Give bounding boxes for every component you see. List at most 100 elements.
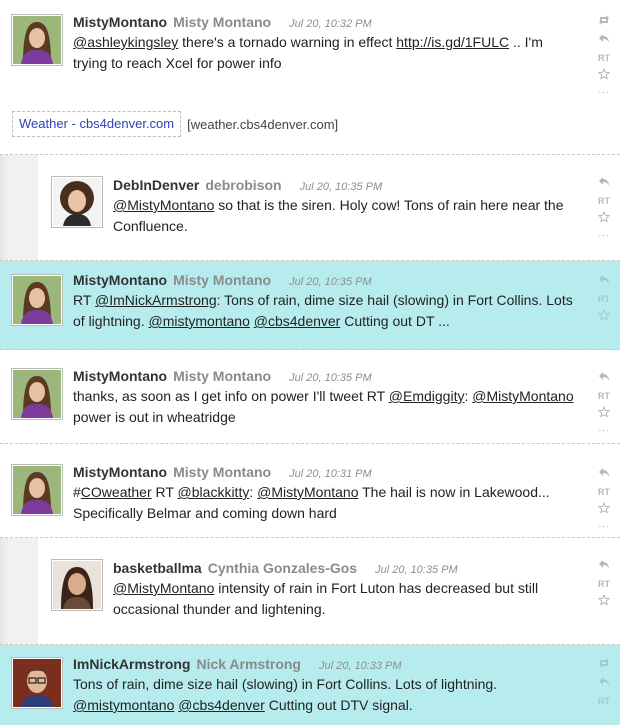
- rt-text-icon[interactable]: RT: [596, 576, 612, 592]
- tweet-link[interactable]: @ashleykingsley: [73, 34, 178, 50]
- username[interactable]: MistyMontano: [73, 272, 167, 288]
- username[interactable]: MistyMontano: [73, 464, 167, 480]
- tweet-timeline: MistyMontano Misty Montano Jul 20, 10:32 P…: [0, 0, 620, 725]
- favorite-star-icon[interactable]: [596, 308, 612, 325]
- tweet-text-segment: :: [249, 484, 258, 500]
- tweet-header: ImNickArmstrong Nick Armstrong Jul 20, 10:…: [73, 654, 578, 674]
- favorite-star-icon[interactable]: [596, 593, 612, 610]
- full-name: debrobison: [205, 177, 282, 193]
- tweet-item[interactable]: DebInDenver debrobison Jul 20, 10:35 PM @M…: [0, 155, 620, 261]
- tweet-actions: RT ...: [596, 14, 612, 104]
- tweet-link[interactable]: @cbs4denver: [254, 313, 341, 329]
- tweet-item[interactable]: MistyMontano Misty Montano Jul 20, 10:35 P…: [0, 261, 620, 350]
- username[interactable]: ImNickArmstrong: [73, 656, 190, 672]
- rt-text-icon[interactable]: RT: [596, 693, 612, 709]
- tweet-text: thanks, as soon as I get info on power I…: [73, 386, 578, 428]
- full-name: Cynthia Gonzales-Gos: [207, 560, 358, 576]
- full-name: Misty Montano: [173, 464, 272, 480]
- avatar-woman-brown-hair-icon: [13, 466, 61, 514]
- tweet-link[interactable]: @blackkitty: [178, 484, 250, 500]
- username[interactable]: MistyMontano: [73, 14, 167, 30]
- more-dots-icon[interactable]: ...: [596, 229, 612, 245]
- tweet-link[interactable]: @Emdiggity: [389, 388, 465, 404]
- tweet-actions: RT ...: [596, 175, 612, 247]
- link-preview-url: [weather.cbs4denver.com]: [187, 116, 339, 132]
- tweet-link[interactable]: @mistymontano: [73, 697, 174, 713]
- username[interactable]: basketballma: [113, 560, 202, 576]
- tweet-actions: RT: [596, 657, 612, 711]
- tweet-link[interactable]: @mistymontano: [149, 313, 250, 329]
- favorite-star-icon[interactable]: [596, 67, 612, 84]
- tweet-actions: RT ...: [596, 370, 612, 442]
- tweet-item[interactable]: ImNickArmstrong Nick Armstrong Jul 20, 10:…: [0, 645, 620, 725]
- tweet-link[interactable]: http://is.gd/1FULC: [396, 34, 509, 50]
- avatar[interactable]: [51, 559, 103, 611]
- indent-shadow: [0, 538, 10, 644]
- timestamp[interactable]: Jul 20, 10:35 PM: [289, 276, 372, 288]
- username[interactable]: MistyMontano: [73, 368, 167, 384]
- reply-arrow-icon[interactable]: [596, 32, 612, 48]
- tweet-header: MistyMontano Misty Montano Jul 20, 10:35 P…: [73, 270, 578, 290]
- username[interactable]: DebInDenver: [113, 177, 199, 193]
- avatar[interactable]: [11, 274, 63, 326]
- reply-arrow-icon[interactable]: [596, 558, 612, 574]
- rt-text-icon[interactable]: RT: [596, 291, 612, 307]
- tweet-link[interactable]: @MistyMontano: [257, 484, 358, 500]
- tweet-actions: RT ...: [596, 466, 612, 537]
- timestamp[interactable]: Jul 20, 10:35 PM: [300, 181, 383, 193]
- full-name: Nick Armstrong: [196, 656, 301, 672]
- tweet-text: RT @ImNickArmstrong: Tons of rain, dime …: [73, 290, 578, 332]
- tweet-text: #COweather RT @blackkitty: @MistyMontano…: [73, 482, 578, 524]
- avatar[interactable]: [11, 368, 63, 420]
- tweet-text-segment: power is out in wheatridge: [73, 409, 236, 425]
- reply-arrow-icon[interactable]: [596, 466, 612, 482]
- reply-arrow-icon[interactable]: [596, 273, 612, 289]
- tweet-text-segment: thanks, as soon as I get info on power I…: [73, 388, 389, 404]
- tweet-header: DebInDenver debrobison Jul 20, 10:35 PM: [113, 175, 578, 195]
- tweet-link[interactable]: @MistyMontano: [113, 580, 214, 596]
- link-preview-title[interactable]: Weather - cbs4denver.com: [12, 111, 182, 137]
- favorite-star-icon[interactable]: [596, 405, 612, 422]
- reply-arrow-icon[interactable]: [596, 675, 612, 691]
- avatar-woman-brown-hair-icon: [13, 276, 61, 324]
- tweet-link[interactable]: COweather: [81, 484, 152, 500]
- tweet-item[interactable]: basketballma Cynthia Gonzales-Gos Jul 20, …: [0, 538, 620, 645]
- rt-text-icon[interactable]: RT: [596, 50, 612, 66]
- timestamp[interactable]: Jul 20, 10:35 PM: [375, 564, 458, 576]
- tweet-text-segment: there's a tornado warning in effect: [178, 34, 397, 50]
- favorite-star-icon[interactable]: [596, 210, 612, 227]
- avatar[interactable]: [11, 14, 63, 66]
- timestamp[interactable]: Jul 20, 10:31 PM: [289, 468, 372, 480]
- rt-text-icon[interactable]: RT: [596, 388, 612, 404]
- tweet-item[interactable]: MistyMontano Misty Montano Jul 20, 10:31 P…: [0, 444, 620, 538]
- avatar[interactable]: [51, 176, 103, 228]
- tweet-text: @MistyMontano so that is the siren. Holy…: [113, 195, 578, 237]
- tweet-actions: RT: [596, 558, 612, 612]
- tweet-link[interactable]: @ImNickArmstrong: [95, 292, 217, 308]
- timestamp[interactable]: Jul 20, 10:35 PM: [289, 372, 372, 384]
- avatar-woman-brown-hair-icon: [13, 16, 61, 64]
- more-dots-icon[interactable]: ...: [596, 86, 612, 102]
- tweet-item[interactable]: MistyMontano Misty Montano Jul 20, 10:32 P…: [0, 0, 620, 155]
- rt-text-icon[interactable]: RT: [596, 484, 612, 500]
- rt-text-icon[interactable]: RT: [596, 193, 612, 209]
- more-dots-icon[interactable]: ...: [596, 424, 612, 440]
- favorite-star-icon[interactable]: [596, 501, 612, 518]
- more-dots-icon[interactable]: ...: [596, 520, 612, 536]
- tweet-link[interactable]: @cbs4denver: [178, 697, 265, 713]
- tweet-text-segment: RT: [151, 484, 178, 500]
- tweet-text-segment: Cutting out DTV signal.: [264, 697, 413, 713]
- avatar[interactable]: [11, 657, 63, 709]
- avatar-man-glasses-icon: [13, 659, 61, 707]
- tweet-link[interactable]: @MistyMontano: [113, 197, 214, 213]
- retweet-arrows-icon[interactable]: [596, 657, 612, 673]
- avatar[interactable]: [11, 464, 63, 516]
- reply-arrow-icon[interactable]: [596, 370, 612, 386]
- tweet-text: @ashleykingsley there's a tornado warnin…: [73, 32, 578, 74]
- retweet-arrows-icon[interactable]: [596, 14, 612, 30]
- reply-arrow-icon[interactable]: [596, 175, 612, 191]
- tweet-item[interactable]: MistyMontano Misty Montano Jul 20, 10:35 P…: [0, 350, 620, 444]
- timestamp[interactable]: Jul 20, 10:33 PM: [319, 660, 402, 672]
- timestamp[interactable]: Jul 20, 10:32 PM: [289, 18, 372, 30]
- tweet-link[interactable]: @MistyMontano: [472, 388, 573, 404]
